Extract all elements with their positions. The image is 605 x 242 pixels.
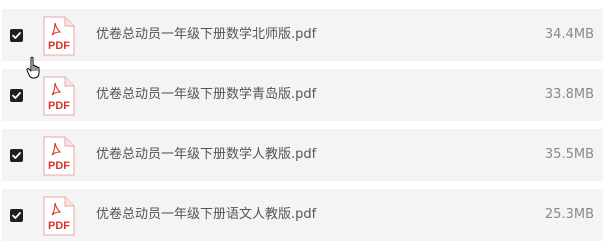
file-checkbox[interactable] bbox=[10, 149, 23, 162]
pdf-file-icon: PDF bbox=[43, 196, 75, 236]
pdf-file-icon: PDF bbox=[43, 16, 75, 56]
file-name[interactable]: 优卷总动员一年级下册数学人教版.pdf bbox=[96, 129, 316, 181]
pdf-type-label: PDF bbox=[48, 40, 70, 52]
file-checkbox[interactable] bbox=[10, 89, 23, 102]
pdf-type-label: PDF bbox=[48, 160, 70, 172]
checkmark-icon bbox=[12, 92, 21, 99]
checkmark-icon bbox=[12, 212, 21, 219]
checkmark-icon bbox=[12, 32, 21, 39]
file-checkbox[interactable] bbox=[10, 29, 23, 42]
file-row[interactable]: PDF 优卷总动员一年级下册数学北师版.pdf 34.4MB bbox=[2, 9, 603, 61]
file-size: 33.8MB bbox=[544, 87, 594, 102]
file-name[interactable]: 优卷总动员一年级下册语文人教版.pdf bbox=[96, 189, 316, 241]
file-size: 35.5MB bbox=[544, 147, 594, 162]
file-checkbox[interactable] bbox=[10, 209, 23, 222]
file-row[interactable]: PDF 优卷总动员一年级下册数学人教版.pdf 35.5MB bbox=[2, 129, 603, 181]
file-row[interactable]: PDF 优卷总动员一年级下册语文人教版.pdf 25.3MB bbox=[2, 189, 603, 241]
pdf-file-icon: PDF bbox=[43, 136, 75, 176]
pdf-file-icon: PDF bbox=[43, 76, 75, 116]
checkmark-icon bbox=[12, 152, 21, 159]
pdf-type-label: PDF bbox=[48, 220, 70, 232]
file-list: PDF 优卷总动员一年级下册数学北师版.pdf 34.4MB PDF 优卷总动员… bbox=[0, 0, 605, 242]
file-name[interactable]: 优卷总动员一年级下册数学北师版.pdf bbox=[96, 9, 316, 61]
file-size: 25.3MB bbox=[544, 207, 594, 222]
pdf-type-label: PDF bbox=[48, 100, 70, 112]
file-name[interactable]: 优卷总动员一年级下册数学青岛版.pdf bbox=[96, 69, 316, 121]
file-row[interactable]: PDF 优卷总动员一年级下册数学青岛版.pdf 33.8MB bbox=[2, 69, 603, 121]
file-size: 34.4MB bbox=[544, 27, 594, 42]
